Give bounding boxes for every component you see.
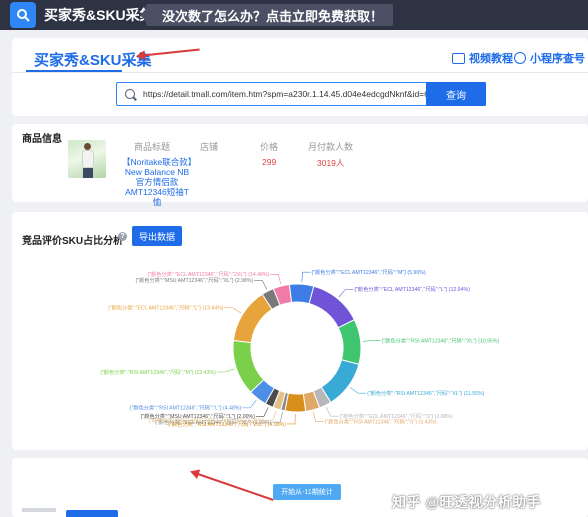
donut-slice[interactable] (232, 293, 273, 344)
red-arrow-annotation-2 (191, 471, 274, 501)
watermark: 知乎 @旺透视分析助手 (392, 494, 542, 510)
product-info-card: 商品信息 商品标题 店铺 价格 月付款人数 【Noritake联合款】New B… (12, 124, 588, 207)
page-title: 买家秀&SKU采集 (34, 52, 152, 69)
donut-slice[interactable] (337, 319, 362, 365)
donut-label-line (349, 387, 367, 394)
miniprogram-label: 小程序查号 (530, 53, 585, 65)
donut-label: {"颜色分类":"RSI AMT12346","尺码":"XL"} (11.55… (367, 389, 485, 397)
url-input[interactable] (143, 89, 433, 99)
donut-label-line (312, 411, 324, 422)
promo-banner[interactable]: 没次数了怎么办？点击立即免费获取！ (139, 4, 394, 26)
product-thumbnail[interactable] (68, 140, 106, 178)
col-price: 价格 (260, 142, 279, 152)
product-monthly-buyers: 3019人 (317, 158, 345, 168)
video-tutorial-label: 视频教程 (469, 53, 513, 65)
donut-label-line (286, 413, 296, 425)
app-title: 买家秀&SKU采集 (44, 7, 154, 23)
donut-label: {"颜色分类":"MSU AMT12346","尺码":"L"} (2.00%) (141, 412, 255, 420)
search-icon (125, 89, 135, 99)
search-box[interactable] (116, 82, 442, 106)
product-title-link[interactable]: 【Noritake联合款】New Balance NB官方情侣款AMT12346… (122, 157, 192, 207)
donut-label-line (255, 407, 269, 417)
donut-label: {"颜色分类":"RSI AMT12346","尺码":"M"} (13.43%… (100, 368, 216, 376)
donut-label-line (265, 410, 277, 421)
col-monthly-buyers: 月付款人数 (308, 142, 354, 152)
donut-slice[interactable] (232, 339, 265, 393)
donut-label: {"颜色分类":"RSI AMT12346","尺码":"S"} (3.43%) (325, 417, 437, 425)
donut-label-line (242, 399, 257, 409)
donut-label-line (254, 280, 268, 290)
header-card: 买家秀&SKU采集 视频教程 小程序查号 查询 (12, 38, 588, 116)
product-section-title: 商品信息 (22, 134, 62, 145)
donut-label-line (301, 271, 311, 283)
donut-label-line (338, 289, 354, 298)
donut-label: {"颜色分类":"RSI AMT12346","尺码":"L"} (4.48%) (130, 404, 242, 412)
col-title: 商品标题 (134, 142, 171, 152)
donut-label-line (224, 307, 242, 314)
donut-label-line (362, 340, 381, 342)
donut-label-line (325, 407, 339, 417)
donut-label: {"颜色分类":"ECL AMT12346","尺码":"M"} (5.90%) (312, 268, 426, 276)
product-price: 299 (262, 157, 277, 167)
app-logo-icon (10, 2, 36, 28)
sku-analysis-card: 竞品评价SKU占比分析 ? 导出数据 {"颜色分类":"ECL AMT12346… (12, 212, 588, 450)
donut-slice[interactable] (308, 285, 356, 329)
cutoff-label (22, 508, 56, 512)
donut-label-line (216, 368, 235, 373)
donut-label-line (270, 274, 282, 285)
donut-label: {"颜色分类":"RSI AMT12346","尺码":"XL"} (10.95… (382, 336, 500, 344)
cutoff-button[interactable] (66, 510, 118, 517)
divider (12, 72, 588, 73)
miniprogram-link[interactable]: 小程序查号 (514, 50, 585, 66)
start-stat-button[interactable]: 开始从-11期统计 (273, 484, 341, 500)
miniprogram-icon (514, 52, 526, 64)
col-shop: 店铺 (200, 142, 219, 152)
video-tutorial-link[interactable]: 视频教程 (452, 50, 513, 66)
donut-label: {"颜色分类":"ECL AMT12346","尺码":"2XL"} (14.4… (147, 270, 269, 278)
donut-label: {"颜色分类":"ECL AMT12346","尺码":"L"} (13.44%… (108, 304, 224, 312)
video-icon (452, 52, 465, 64)
sku-donut-chart: {"颜色分类":"ECL AMT12346","尺码":"M"} (5.90%)… (100, 268, 500, 428)
donut-label: {"颜色分类":"ECL AMT12346","尺码":"L"} (12.94%… (354, 285, 470, 293)
query-button[interactable]: 查询 (426, 82, 486, 106)
